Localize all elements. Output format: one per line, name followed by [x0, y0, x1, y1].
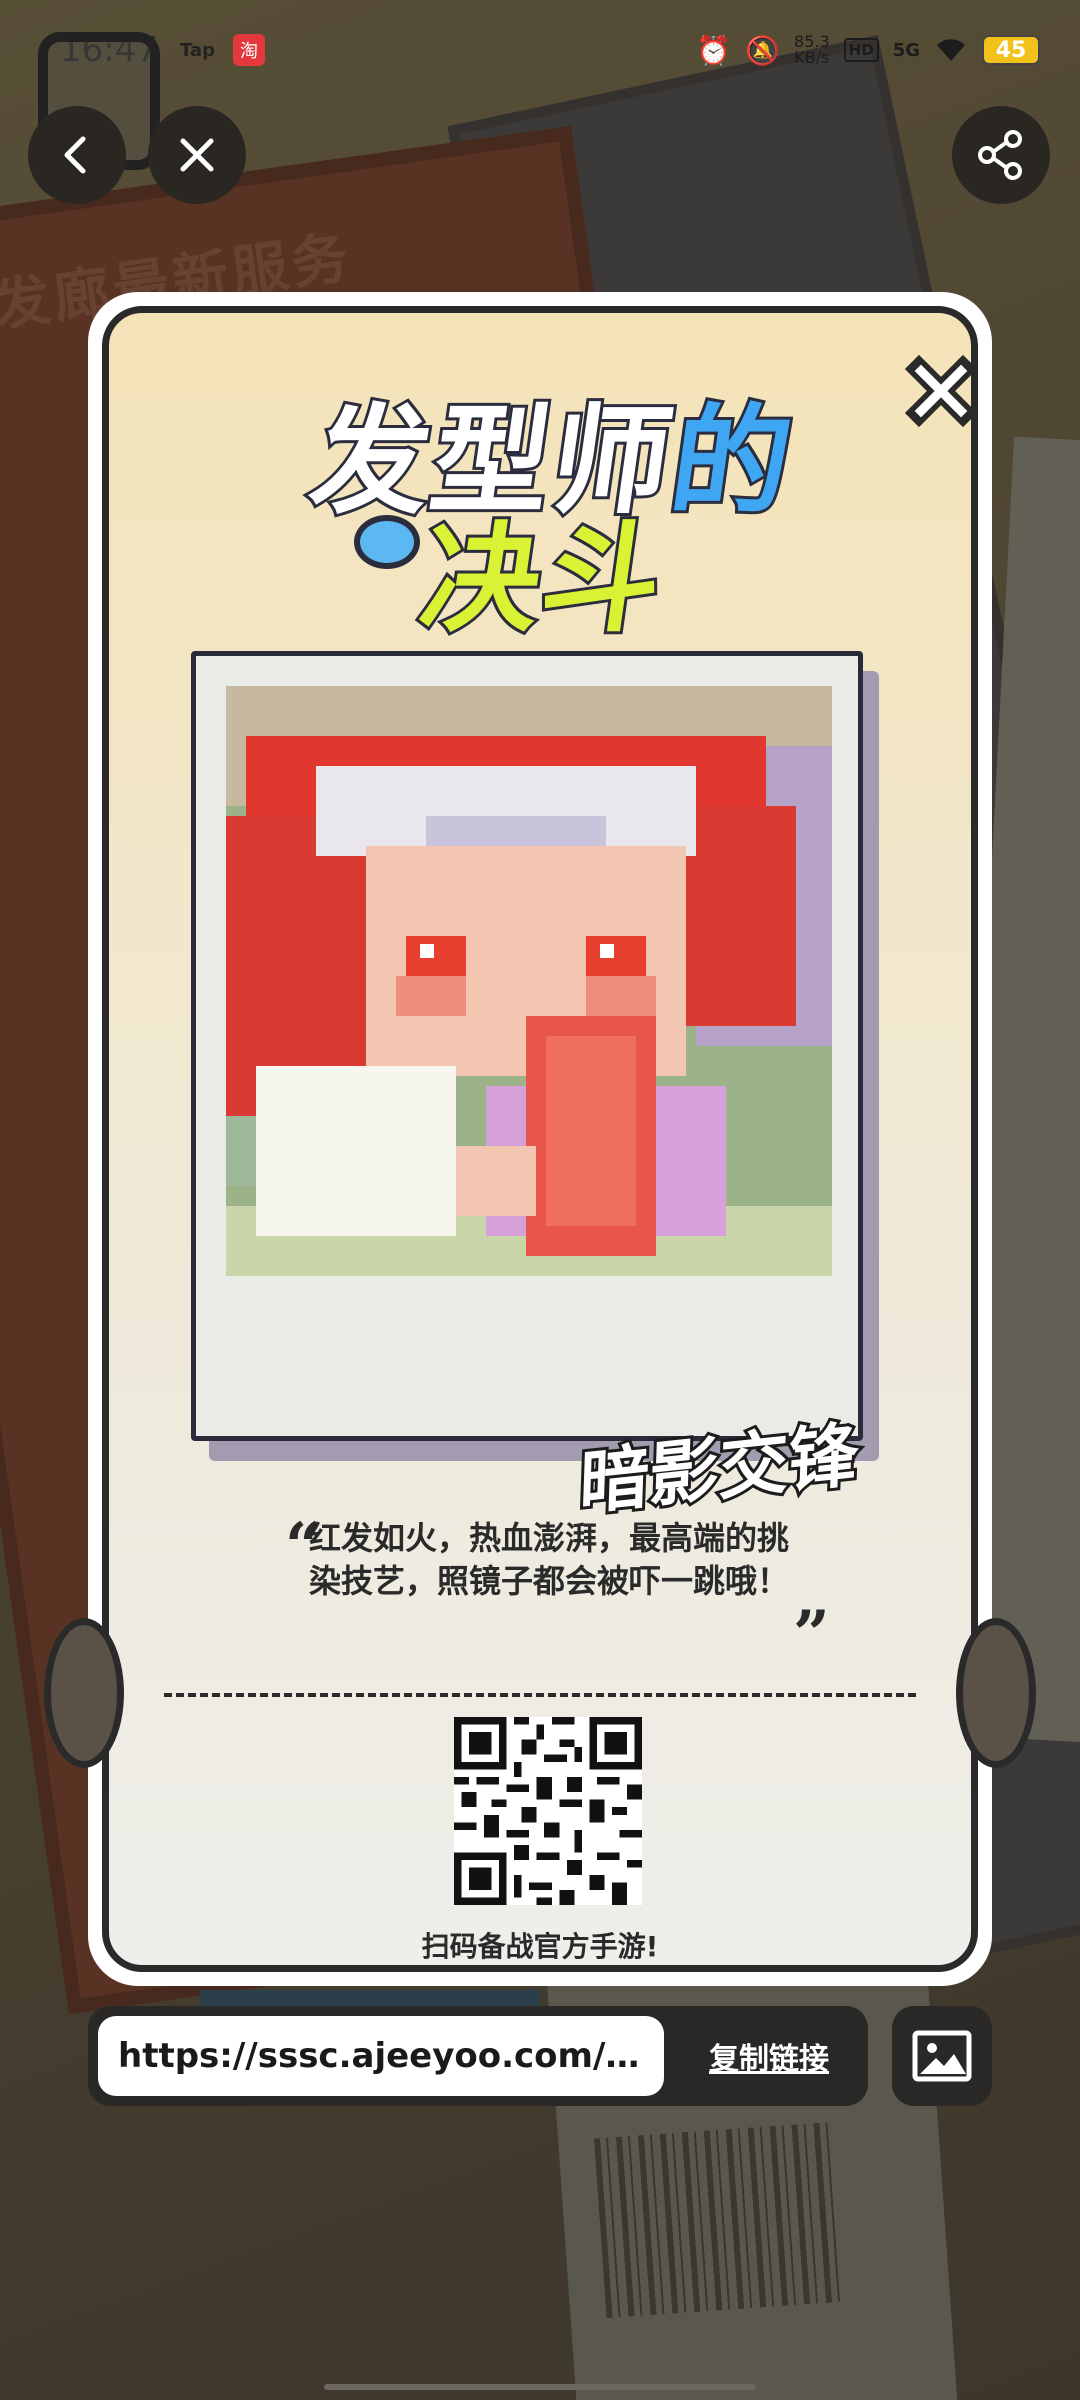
photo-frame [191, 651, 863, 1441]
quote-text: 红发如火，热血澎湃，最高端的挑染技艺，照镜子都会被吓一跳哦！ [309, 1519, 790, 1600]
disc-icon [354, 515, 420, 569]
share-card: 发型师的 决斗 暗影交锋 “ 红发如火，热血澎湃，最高端的挑染技艺，照镜子都会被… [44, 292, 1036, 1986]
ticket-notch-right [956, 1618, 1036, 1768]
qr-caption: 扫码备战官方手游! [421, 1930, 659, 1963]
quote-close-icon: ” [793, 1597, 830, 1672]
close-icon [180, 138, 214, 172]
share-url-field[interactable]: https://sssc.ajeeyoo.com/h5... [98, 2016, 664, 2096]
title-line-2: 决斗 [410, 507, 675, 651]
chevron-left-icon [64, 136, 86, 174]
qr-code [454, 1717, 642, 1905]
share-link-bar: https://sssc.ajeeyoo.com/h5... 复制链接 [88, 2006, 868, 2106]
network-speed: 85.3 KB/s [794, 34, 830, 66]
game-title-logo: 发型师的 决斗 [274, 365, 834, 651]
alarm-icon: ⏰ [696, 33, 732, 67]
close-button[interactable] [148, 106, 246, 204]
mute-icon: 🔕 [745, 33, 781, 67]
image-icon [912, 2030, 972, 2082]
share-card-body: 发型师的 决斗 暗影交锋 “ 红发如火，热血澎湃，最高端的挑染技艺，照镜子都会被… [102, 306, 978, 1972]
battery-icon: 45 [982, 35, 1040, 65]
share-button[interactable] [952, 106, 1050, 204]
gesture-bar[interactable] [324, 2384, 756, 2390]
status-indicators: ⏰ 🔕 85.3 KB/s HD 5G 45 [696, 34, 1040, 67]
tear-line [164, 1693, 916, 1697]
copy-link-button[interactable]: 复制链接 [684, 2006, 854, 2106]
taobao-icon: 淘 [232, 34, 265, 66]
caption-logo: 暗影交锋 [569, 1343, 919, 1543]
share-url-text: https://sssc.ajeeyoo.com/h5... [118, 2036, 644, 2076]
status-bar: 16:47 Tap 淘 ⏰ 🔕 85.3 KB/s HD 5G 45 [0, 0, 1080, 100]
title-line-1-accent: 的 [660, 389, 805, 533]
card-close-button[interactable] [904, 354, 971, 428]
caption-logo-text: 暗影交锋 [575, 1410, 862, 1528]
save-image-button[interactable] [892, 2006, 992, 2106]
ticket-notch-left [44, 1618, 124, 1768]
network-speed-unit: KB/s [794, 48, 830, 67]
network-type: 5G [892, 39, 920, 61]
share-icon [978, 130, 1022, 180]
status-app-label: Tap [179, 39, 215, 61]
close-x-icon [904, 354, 971, 428]
wifi-icon [937, 39, 965, 61]
character-portrait [226, 686, 832, 1276]
back-button[interactable] [28, 106, 126, 204]
hd-icon: HD [843, 38, 879, 62]
